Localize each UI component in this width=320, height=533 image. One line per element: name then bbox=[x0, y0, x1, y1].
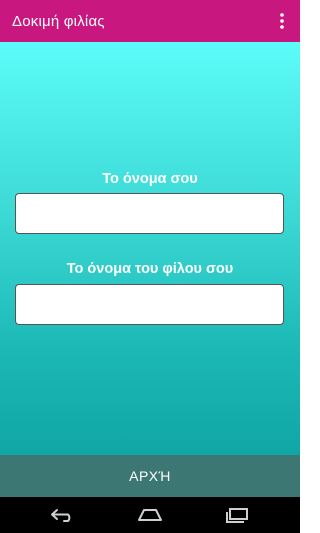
navigation-bar bbox=[0, 497, 300, 533]
app-screen: Δοκιμή φιλίας Το όνομα σου Το όνομα του … bbox=[0, 0, 300, 533]
app-bar: Δοκιμή φιλίας bbox=[0, 0, 300, 42]
overflow-menu-icon[interactable] bbox=[276, 11, 288, 31]
start-button[interactable]: ΑΡΧΉ bbox=[0, 455, 300, 497]
friend-name-input[interactable] bbox=[15, 284, 284, 325]
your-name-input[interactable] bbox=[15, 193, 284, 234]
app-title: Δοκιμή φιλίας bbox=[12, 12, 105, 30]
back-icon[interactable] bbox=[43, 501, 83, 529]
recents-icon[interactable] bbox=[217, 501, 257, 529]
home-icon[interactable] bbox=[130, 501, 170, 529]
friend-name-label: Το όνομα του φίλου σου bbox=[66, 261, 234, 277]
main-content: Το όνομα σου Το όνομα του φίλου σου bbox=[0, 42, 300, 455]
your-name-label: Το όνομα σου bbox=[102, 171, 198, 187]
